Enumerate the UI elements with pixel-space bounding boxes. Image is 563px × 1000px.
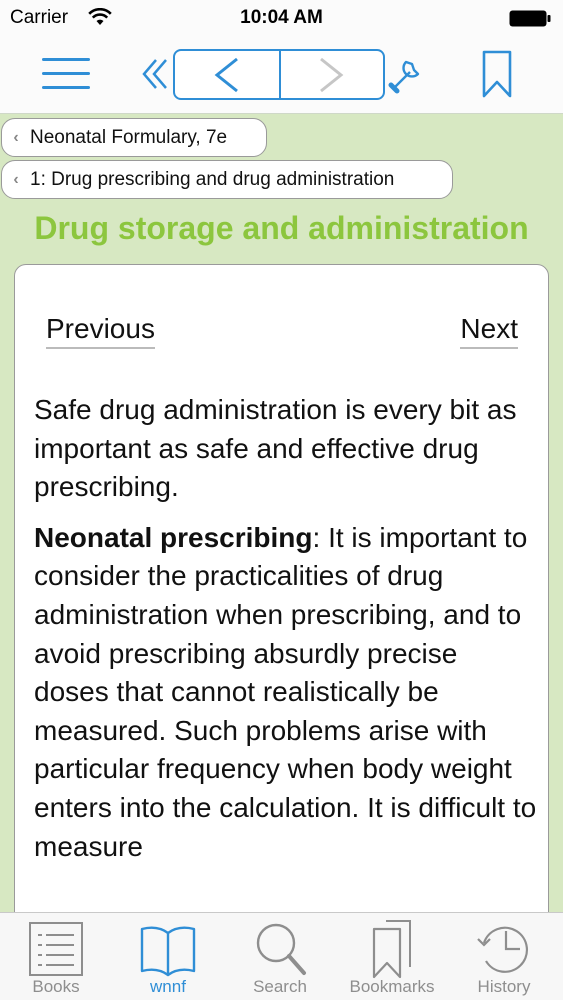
top-toolbar <box>0 38 563 114</box>
paragraph: Safe drug administration is every bit as… <box>34 394 517 503</box>
tab-label: Bookmarks <box>349 977 435 996</box>
chevron-left-icon: ‹ <box>13 128 19 146</box>
previous-link[interactable]: Previous <box>46 313 155 349</box>
paragraph: Neonatal prescribing: It is important to… <box>34 519 539 866</box>
clock-time: 10:04 AM <box>240 7 323 28</box>
tab-bar: Books wnnf Search Bookmarks History <box>0 912 563 1000</box>
chevron-left-icon <box>214 57 238 93</box>
tab-search[interactable]: Search <box>224 913 336 1000</box>
wrench-icon[interactable] <box>388 54 426 94</box>
breadcrumb-label: 1: Drug prescribing and drug administrat… <box>30 168 395 190</box>
content-card: Previous Next Safe drug administration i… <box>14 264 549 964</box>
page-title: Drug storage and administration <box>34 210 529 246</box>
magnifier-icon <box>256 923 306 975</box>
battery-icon <box>509 10 551 27</box>
next-link[interactable]: Next <box>460 313 518 349</box>
status-bar: Carrier 10:04 AM <box>0 0 563 38</box>
tab-books[interactable]: Books <box>0 913 112 1000</box>
tab-wnnf[interactable]: wnnf <box>112 913 224 1000</box>
chevron-right-icon <box>320 57 344 93</box>
clock-icon <box>477 926 529 973</box>
breadcrumb-chapter[interactable]: ‹ 1: Drug prescribing and drug administr… <box>1 160 453 199</box>
tab-history[interactable]: History <box>448 913 560 1000</box>
menu-button[interactable] <box>38 52 94 96</box>
tab-label: Search <box>253 977 307 996</box>
paragraph-text: : It is important to consider the practi… <box>34 521 537 862</box>
breadcrumb-label: Neonatal Formulary, 7e <box>30 126 228 148</box>
bookmark-icon[interactable] <box>482 50 512 98</box>
double-chevron-left-icon[interactable] <box>140 56 172 92</box>
tab-label: Books <box>32 977 80 996</box>
breadcrumb-book[interactable]: ‹ Neonatal Formulary, 7e <box>1 118 267 157</box>
paragraph-heading: Neonatal prescribing <box>34 521 313 553</box>
nav-forward-button[interactable] <box>281 51 383 98</box>
nav-back-button[interactable] <box>175 51 279 98</box>
open-book-icon <box>140 926 196 977</box>
bookmarks-icon <box>372 920 411 979</box>
chevron-left-icon: ‹ <box>13 170 19 188</box>
article-body: Safe drug administration is every bit as… <box>34 391 539 878</box>
page-nav-group <box>173 49 385 100</box>
list-icon <box>29 922 83 976</box>
tab-label: History <box>477 977 531 996</box>
tab-label: wnnf <box>150 977 186 996</box>
tab-bookmarks[interactable]: Bookmarks <box>336 913 448 1000</box>
